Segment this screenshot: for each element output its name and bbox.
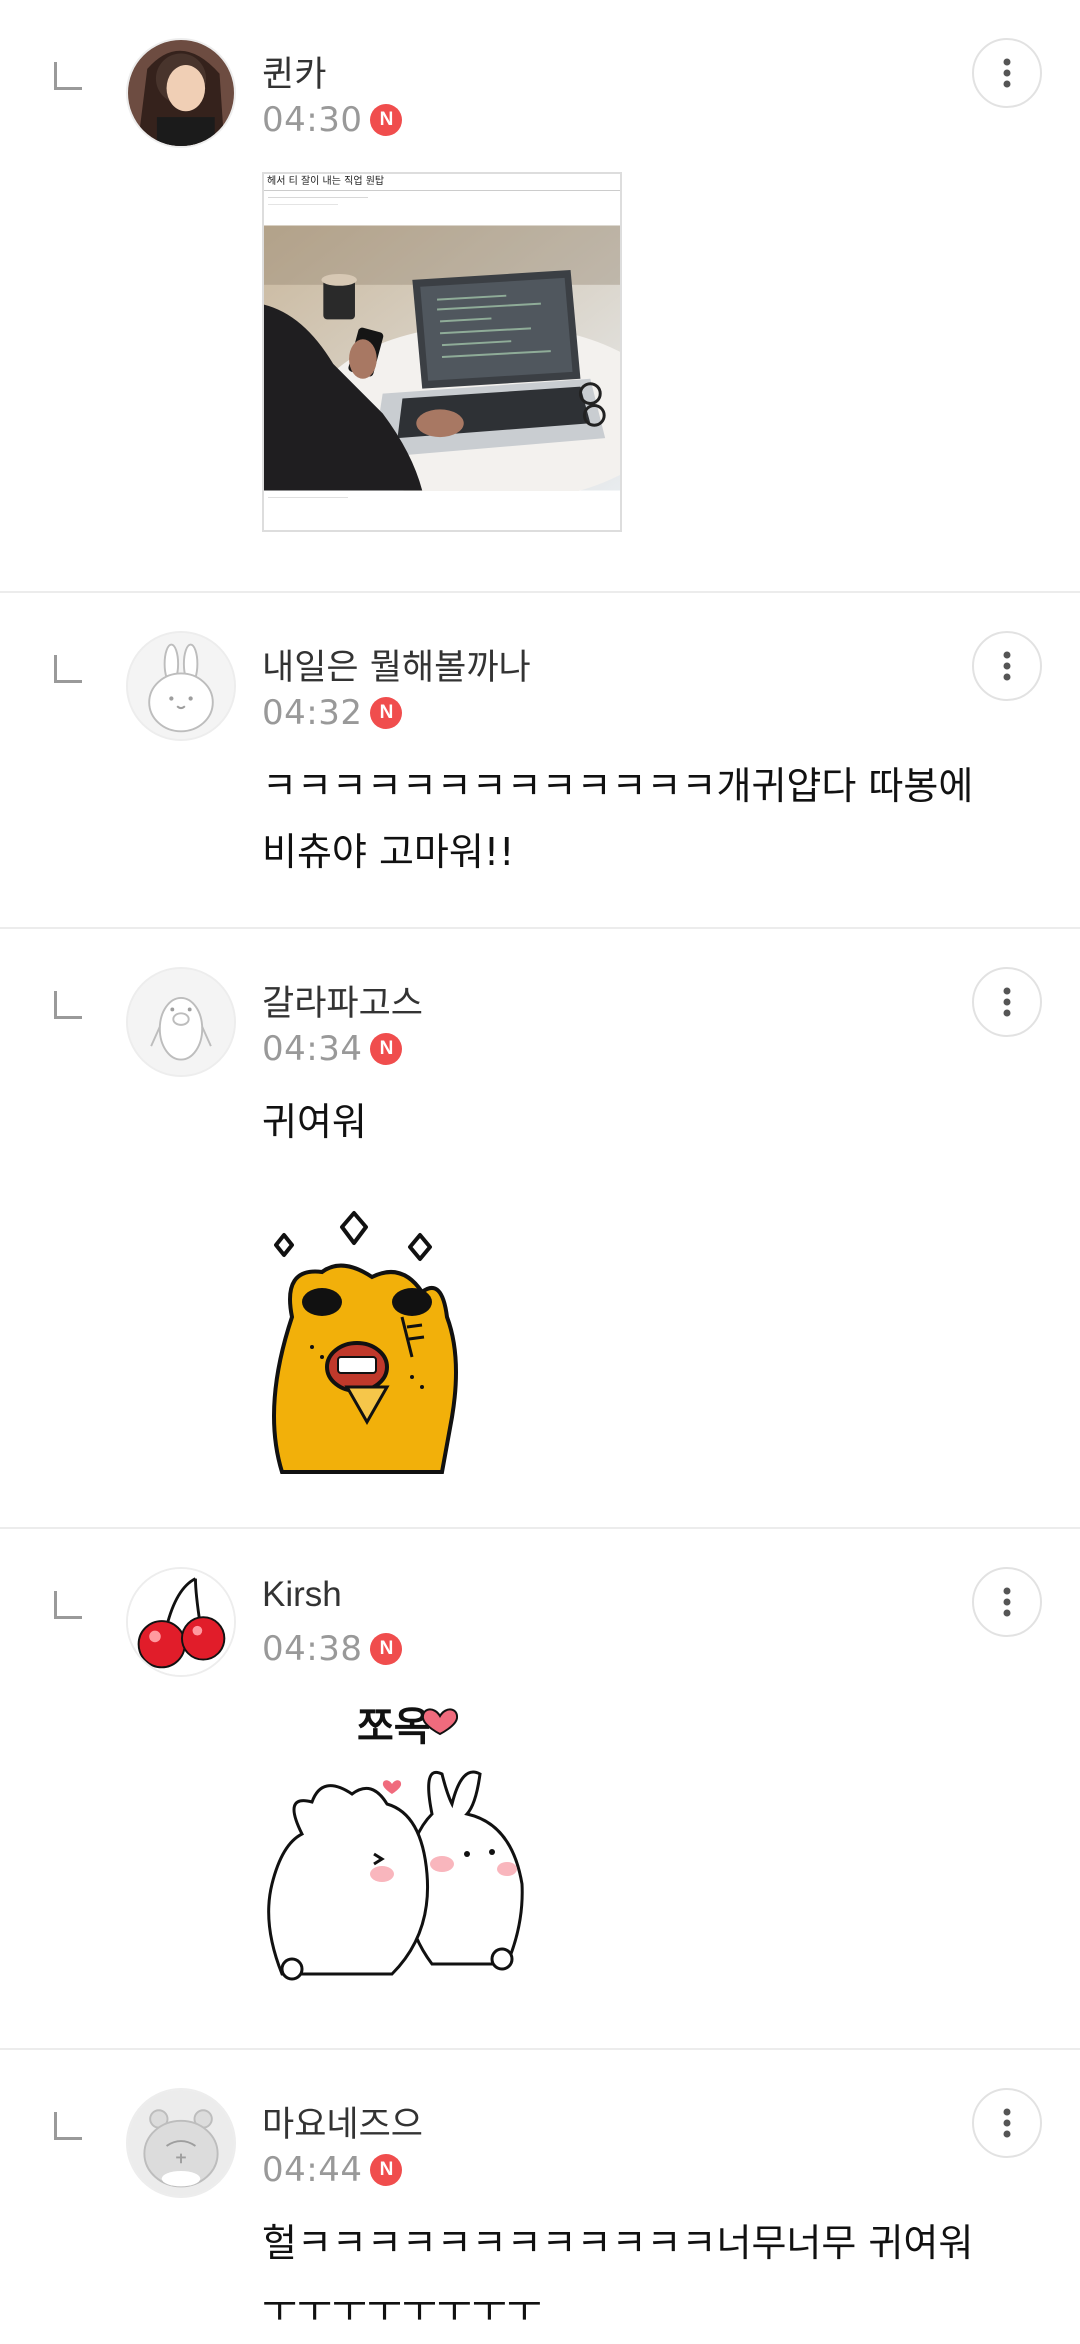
comment-time: 04:38 — [262, 1629, 363, 1669]
comment-text: 귀여워 — [262, 1100, 367, 1144]
image-meta-line — [268, 497, 348, 498]
image-meta-line — [268, 197, 368, 198]
comment-nickname[interactable]: Kirsh — [262, 1575, 342, 1615]
avatar[interactable] — [126, 38, 236, 148]
comment-item: 퀸카 04:30 N 헤서 티 잘이 내는 직업 원탑 — [0, 0, 1080, 593]
more-vertical-icon — [1003, 2108, 1011, 2138]
avatar[interactable] — [126, 967, 236, 1077]
comment-item: 갈라파고스 04:34 N 귀여워 — [0, 929, 1080, 1529]
comment-item: 내일은 뭘해볼까나 04:32 N ㅋㅋㅋㅋㅋㅋㅋㅋㅋㅋㅋㅋㅋ개귀얍다 따봉에비… — [0, 593, 1080, 929]
comment-text: 헐ㅋㅋㅋㅋㅋㅋㅋㅋㅋㅋㅋㅋ너무너무 귀여워ㅜㅜㅜㅜㅜㅜㅜㅜ — [262, 2221, 974, 2331]
more-options-button[interactable] — [972, 631, 1042, 701]
new-badge: N — [370, 1633, 403, 1665]
comment-nickname[interactable]: 갈라파고스 — [262, 975, 423, 1026]
bear-sticker[interactable] — [262, 1207, 532, 1477]
new-badge: N — [370, 104, 403, 136]
comment-nickname[interactable]: 내일은 뭘해볼까나 — [262, 639, 531, 690]
new-badge: N — [370, 697, 403, 729]
bunnies-image — [267, 1708, 524, 1981]
reply-indent-icon — [54, 655, 82, 683]
new-badge: N — [370, 1033, 403, 1065]
image-caption: 헤서 티 잘이 내는 직업 원탑 — [264, 174, 620, 191]
comment-image-attachment[interactable]: 헤서 티 잘이 내는 직업 원탑 — [262, 172, 622, 532]
comment-text: ㅋㅋㅋㅋㅋㅋㅋㅋㅋㅋㅋㅋㅋ개귀얍다 따봉에비츄야 고마워!! — [262, 764, 974, 874]
reply-indent-icon — [54, 2112, 82, 2140]
comment-meta: 04:38 N — [262, 1629, 403, 1669]
more-options-button[interactable] — [972, 967, 1042, 1037]
comment-nickname[interactable]: 퀸카 — [262, 46, 326, 97]
more-options-button[interactable] — [972, 38, 1042, 108]
comment-list: 퀸카 04:30 N 헤서 티 잘이 내는 직업 원탑 내일은 뭘해볼까나 04… — [0, 0, 1080, 2344]
reply-indent-icon — [54, 62, 82, 90]
more-vertical-icon — [1003, 58, 1011, 88]
more-vertical-icon — [1003, 651, 1011, 681]
more-vertical-icon — [1003, 1587, 1011, 1617]
comment-meta: 04:32 N — [262, 693, 403, 733]
comment-time: 04:32 — [262, 693, 363, 733]
reply-indent-icon — [54, 991, 82, 1019]
bear-sticker-image — [272, 1211, 458, 1474]
avatar[interactable] — [126, 631, 236, 741]
comment-item: 마요네즈으 04:44 N 헐ㅋㅋㅋㅋㅋㅋㅋㅋㅋㅋㅋㅋ너무너무 귀여워ㅜㅜㅜㅜㅜ… — [0, 2050, 1080, 2344]
comment-meta: 04:44 N — [262, 2150, 403, 2190]
laptop-photo — [264, 225, 620, 491]
more-options-button[interactable] — [972, 2088, 1042, 2158]
bunny-kiss-sticker[interactable]: 쪼옥 — [262, 1694, 562, 1984]
comment-time: 04:44 — [262, 2150, 363, 2190]
more-options-button[interactable] — [972, 1567, 1042, 1637]
comment-meta: 04:30 N — [262, 100, 403, 140]
image-meta-line — [268, 204, 338, 205]
more-vertical-icon — [1003, 987, 1011, 1017]
comment-time: 04:34 — [262, 1029, 363, 1069]
comment-time: 04:30 — [262, 100, 363, 140]
avatar[interactable] — [126, 1567, 236, 1677]
reply-indent-icon — [54, 1591, 82, 1619]
comment-nickname[interactable]: 마요네즈으 — [262, 2096, 423, 2147]
new-badge: N — [370, 2154, 403, 2186]
comment-item: Kirsh 04:38 N 쪼옥 — [0, 1529, 1080, 2050]
comment-meta: 04:34 N — [262, 1029, 403, 1069]
avatar[interactable] — [126, 2088, 236, 2198]
